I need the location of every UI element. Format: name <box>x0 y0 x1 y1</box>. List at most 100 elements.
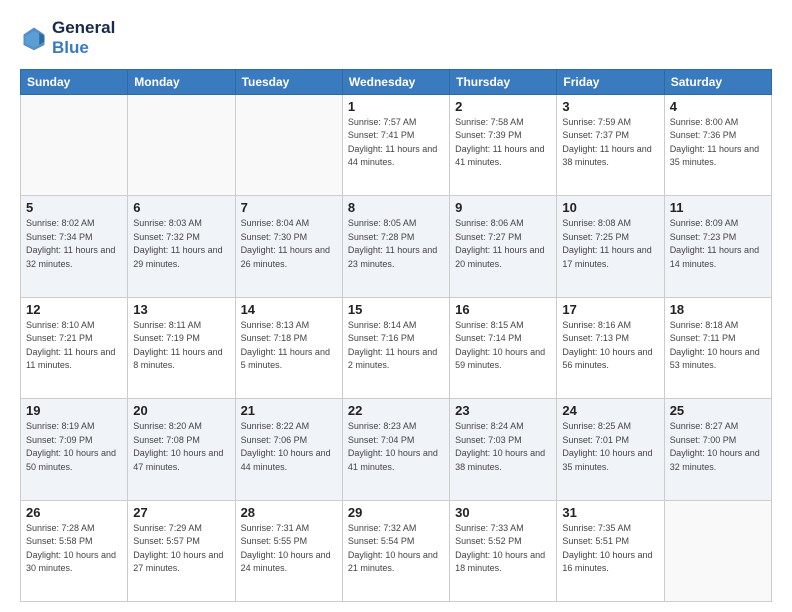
day-info: Sunrise: 8:27 AMSunset: 7:00 PMDaylight:… <box>670 420 766 474</box>
day-cell: 1 Sunrise: 7:57 AMSunset: 7:41 PMDaylight… <box>342 94 449 195</box>
day-cell: 25Sunrise: 8:27 AMSunset: 7:00 PMDayligh… <box>664 399 771 500</box>
week-row-1: 5Sunrise: 8:02 AMSunset: 7:34 PMDaylight… <box>21 196 772 297</box>
weekday-header-friday: Friday <box>557 69 664 94</box>
day-info: Sunrise: 8:20 AMSunset: 7:08 PMDaylight:… <box>133 420 229 474</box>
day-number: 9 <box>455 200 551 215</box>
day-cell: 28 Sunrise: 7:31 AMSunset: 5:55 PMDayligh… <box>235 500 342 601</box>
day-number: 20 <box>133 403 229 418</box>
day-info: Sunrise: 8:23 AMSunset: 7:04 PMDaylight:… <box>348 420 444 474</box>
day-info: Sunrise: 8:14 AMSunset: 7:16 PMDaylight:… <box>348 319 444 373</box>
day-cell: 27Sunrise: 7:29 AMSunset: 5:57 PMDayligh… <box>128 500 235 601</box>
day-number: 30 <box>455 505 551 520</box>
day-number: 21 <box>241 403 337 418</box>
calendar-table: SundayMondayTuesdayWednesdayThursdayFrid… <box>20 69 772 602</box>
day-cell: 12Sunrise: 8:10 AMSunset: 7:21 PMDayligh… <box>21 297 128 398</box>
day-cell <box>21 94 128 195</box>
page: General Blue SundayMondayTuesdayWednesda… <box>0 0 792 612</box>
day-cell <box>128 94 235 195</box>
day-info: Sunrise: 7:59 AMSunset: 7:37 PMDaylight:… <box>562 116 658 170</box>
day-number: 14 <box>241 302 337 317</box>
day-cell: 19 Sunrise: 8:19 AMSunset: 7:09 PMDayligh… <box>21 399 128 500</box>
day-number: 19 <box>26 403 122 418</box>
day-info: Sunrise: 8:08 AMSunset: 7:25 PMDaylight:… <box>562 217 658 271</box>
day-number: 1 <box>348 99 444 114</box>
header: General Blue <box>20 18 772 59</box>
week-row-0: 1 Sunrise: 7:57 AMSunset: 7:41 PMDaylight… <box>21 94 772 195</box>
day-number: 29 <box>348 505 444 520</box>
weekday-header-tuesday: Tuesday <box>235 69 342 94</box>
day-cell: 3 Sunrise: 7:59 AMSunset: 7:37 PMDaylight… <box>557 94 664 195</box>
day-info: Sunrise: 8:00 AMSunset: 7:36 PMDaylight:… <box>670 116 766 170</box>
day-number: 24 <box>562 403 658 418</box>
day-number: 31 <box>562 505 658 520</box>
day-info: Sunrise: 7:35 AMSunset: 5:51 PMDaylight:… <box>562 522 658 576</box>
day-cell: 26 Sunrise: 7:28 AMSunset: 5:58 PMDayligh… <box>21 500 128 601</box>
day-cell: 8Sunrise: 8:05 AMSunset: 7:28 PMDaylight… <box>342 196 449 297</box>
day-cell: 7 Sunrise: 8:04 AMSunset: 7:30 PMDaylight… <box>235 196 342 297</box>
day-cell: 21 Sunrise: 8:22 AMSunset: 7:06 PMDayligh… <box>235 399 342 500</box>
day-number: 15 <box>348 302 444 317</box>
logo: General Blue <box>20 18 115 59</box>
day-info: Sunrise: 8:11 AMSunset: 7:19 PMDaylight:… <box>133 319 229 373</box>
week-row-3: 19 Sunrise: 8:19 AMSunset: 7:09 PMDayligh… <box>21 399 772 500</box>
day-info: Sunrise: 7:31 AMSunset: 5:55 PMDaylight:… <box>241 522 337 576</box>
day-number: 11 <box>670 200 766 215</box>
weekday-header-monday: Monday <box>128 69 235 94</box>
day-cell: 31 Sunrise: 7:35 AMSunset: 5:51 PMDayligh… <box>557 500 664 601</box>
day-cell: 6 Sunrise: 8:03 AMSunset: 7:32 PMDaylight… <box>128 196 235 297</box>
day-cell <box>664 500 771 601</box>
day-cell: 16 Sunrise: 8:15 AMSunset: 7:14 PMDayligh… <box>450 297 557 398</box>
day-cell: 15 Sunrise: 8:14 AMSunset: 7:16 PMDayligh… <box>342 297 449 398</box>
day-info: Sunrise: 8:03 AMSunset: 7:32 PMDaylight:… <box>133 217 229 271</box>
day-number: 7 <box>241 200 337 215</box>
day-cell: 10 Sunrise: 8:08 AMSunset: 7:25 PMDayligh… <box>557 196 664 297</box>
weekday-header-sunday: Sunday <box>21 69 128 94</box>
logo-text: General Blue <box>52 18 115 59</box>
day-info: Sunrise: 8:24 AMSunset: 7:03 PMDaylight:… <box>455 420 551 474</box>
day-cell: 13 Sunrise: 8:11 AMSunset: 7:19 PMDayligh… <box>128 297 235 398</box>
day-number: 2 <box>455 99 551 114</box>
day-info: Sunrise: 7:57 AMSunset: 7:41 PMDaylight:… <box>348 116 444 170</box>
day-info: Sunrise: 8:10 AMSunset: 7:21 PMDaylight:… <box>26 319 122 373</box>
day-number: 26 <box>26 505 122 520</box>
day-cell: 5Sunrise: 8:02 AMSunset: 7:34 PMDaylight… <box>21 196 128 297</box>
week-row-4: 26 Sunrise: 7:28 AMSunset: 5:58 PMDayligh… <box>21 500 772 601</box>
day-info: Sunrise: 8:25 AMSunset: 7:01 PMDaylight:… <box>562 420 658 474</box>
day-info: Sunrise: 8:06 AMSunset: 7:27 PMDaylight:… <box>455 217 551 271</box>
day-info: Sunrise: 8:18 AMSunset: 7:11 PMDaylight:… <box>670 319 766 373</box>
day-cell: 22 Sunrise: 8:23 AMSunset: 7:04 PMDayligh… <box>342 399 449 500</box>
day-info: Sunrise: 8:16 AMSunset: 7:13 PMDaylight:… <box>562 319 658 373</box>
day-number: 6 <box>133 200 229 215</box>
day-info: Sunrise: 8:22 AMSunset: 7:06 PMDaylight:… <box>241 420 337 474</box>
day-info: Sunrise: 7:32 AMSunset: 5:54 PMDaylight:… <box>348 522 444 576</box>
weekday-header-wednesday: Wednesday <box>342 69 449 94</box>
day-number: 23 <box>455 403 551 418</box>
weekday-header-row: SundayMondayTuesdayWednesdayThursdayFrid… <box>21 69 772 94</box>
day-number: 8 <box>348 200 444 215</box>
day-number: 10 <box>562 200 658 215</box>
day-info: Sunrise: 7:28 AMSunset: 5:58 PMDaylight:… <box>26 522 122 576</box>
day-cell: 23 Sunrise: 8:24 AMSunset: 7:03 PMDayligh… <box>450 399 557 500</box>
day-number: 16 <box>455 302 551 317</box>
day-number: 3 <box>562 99 658 114</box>
day-info: Sunrise: 8:04 AMSunset: 7:30 PMDaylight:… <box>241 217 337 271</box>
day-number: 28 <box>241 505 337 520</box>
day-number: 27 <box>133 505 229 520</box>
day-cell: 9 Sunrise: 8:06 AMSunset: 7:27 PMDaylight… <box>450 196 557 297</box>
day-cell: 14 Sunrise: 8:13 AMSunset: 7:18 PMDayligh… <box>235 297 342 398</box>
day-cell: 29 Sunrise: 7:32 AMSunset: 5:54 PMDayligh… <box>342 500 449 601</box>
day-number: 17 <box>562 302 658 317</box>
day-number: 22 <box>348 403 444 418</box>
day-cell <box>235 94 342 195</box>
day-cell: 11 Sunrise: 8:09 AMSunset: 7:23 PMDayligh… <box>664 196 771 297</box>
day-cell: 20 Sunrise: 8:20 AMSunset: 7:08 PMDayligh… <box>128 399 235 500</box>
weekday-header-thursday: Thursday <box>450 69 557 94</box>
day-info: Sunrise: 8:19 AMSunset: 7:09 PMDaylight:… <box>26 420 122 474</box>
weekday-header-saturday: Saturday <box>664 69 771 94</box>
day-number: 13 <box>133 302 229 317</box>
week-row-2: 12Sunrise: 8:10 AMSunset: 7:21 PMDayligh… <box>21 297 772 398</box>
day-number: 4 <box>670 99 766 114</box>
day-info: Sunrise: 8:13 AMSunset: 7:18 PMDaylight:… <box>241 319 337 373</box>
day-info: Sunrise: 8:15 AMSunset: 7:14 PMDaylight:… <box>455 319 551 373</box>
day-info: Sunrise: 8:09 AMSunset: 7:23 PMDaylight:… <box>670 217 766 271</box>
